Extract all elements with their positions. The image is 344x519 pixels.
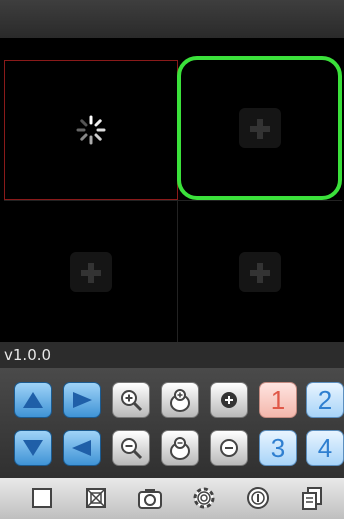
pan-left-button[interactable]: [63, 430, 101, 466]
zoom-out-icon: [121, 438, 143, 460]
snapshot-camera-icon: [138, 489, 162, 509]
iris-close-icon: [220, 439, 238, 457]
settings-button[interactable]: [188, 482, 220, 514]
arrow-up-icon: [23, 392, 43, 408]
settings-gear-icon: [193, 487, 215, 509]
ptz-control-panel: 1 2 3 4: [0, 368, 344, 478]
add-camera-icon: [239, 251, 281, 292]
focus-out-button[interactable]: [161, 430, 199, 466]
focus-out-icon: [170, 437, 190, 460]
info-button[interactable]: [242, 482, 274, 514]
quad-view-button[interactable]: [80, 482, 112, 514]
bottom-toolbar: [0, 478, 344, 519]
status-bar: [0, 0, 344, 38]
channel-2-button[interactable]: 2: [306, 382, 344, 418]
arrow-right-icon: [73, 392, 92, 408]
pan-up-button[interactable]: [14, 382, 52, 418]
zoom-out-button[interactable]: [112, 430, 150, 466]
arrow-down-icon: [23, 440, 43, 456]
focus-in-icon: [170, 389, 190, 412]
single-view-icon: [32, 488, 52, 508]
camera-cell-2[interactable]: [177, 56, 342, 200]
version-label: v1.0.0: [0, 342, 344, 368]
snapshot-button[interactable]: [134, 482, 166, 514]
iris-open-icon: [221, 392, 237, 408]
channel-1-button[interactable]: 1: [259, 382, 297, 418]
arrow-left-icon: [72, 440, 91, 456]
channel-3-button[interactable]: 3: [259, 430, 297, 466]
loading-spinner-icon: [76, 115, 106, 145]
add-camera-icon: [69, 251, 112, 292]
single-view-button[interactable]: [26, 482, 58, 514]
iris-close-button[interactable]: [210, 430, 248, 466]
quad-view-icon: [86, 488, 106, 508]
info-icon: [247, 487, 269, 509]
files-button[interactable]: [296, 482, 328, 514]
camera-cell-3[interactable]: [4, 200, 178, 342]
iris-open-button[interactable]: [210, 382, 248, 418]
channel-4-button[interactable]: 4: [306, 430, 344, 466]
add-camera-icon: [238, 108, 281, 148]
camera-grid: [0, 38, 344, 342]
files-icon: [302, 487, 322, 510]
zoom-in-icon: [121, 390, 143, 412]
camera-cell-1[interactable]: [4, 60, 178, 200]
zoom-in-button[interactable]: [112, 382, 150, 418]
pan-right-button[interactable]: [63, 382, 101, 418]
camera-cell-4[interactable]: [178, 200, 342, 342]
pan-down-button[interactable]: [14, 430, 52, 466]
focus-in-button[interactable]: [161, 382, 199, 418]
